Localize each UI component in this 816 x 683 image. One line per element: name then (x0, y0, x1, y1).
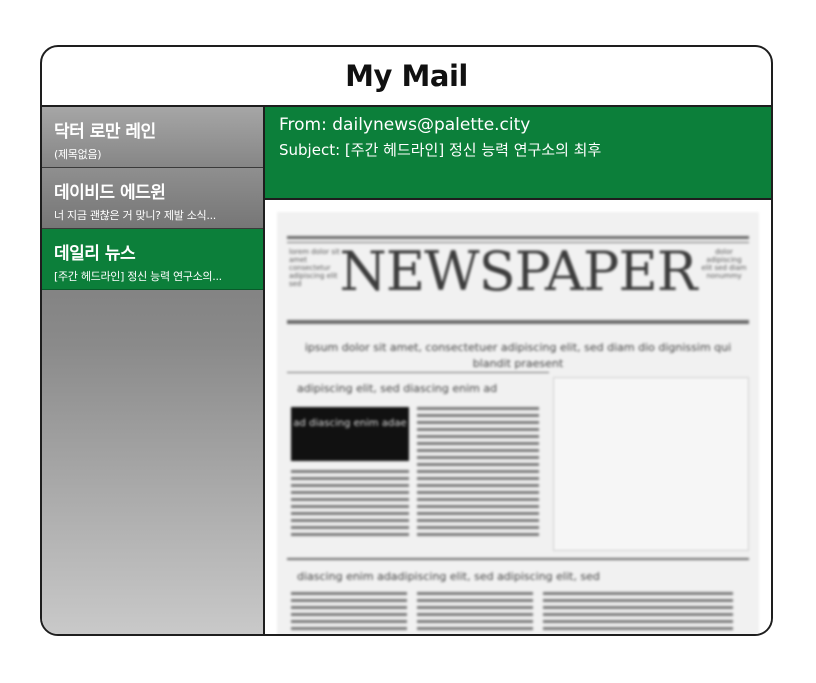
photo-caption-box: ad diascing enim adae (291, 407, 409, 461)
newspaper-image: lorem dolor sit amet consectetur adipisc… (277, 212, 759, 634)
divider (287, 558, 749, 560)
mail-list-item[interactable]: 닥터 로만 레인 (제목없음) (42, 107, 263, 168)
masthead-ear-right: dolor adipiscing elit sed diam nonummy (701, 248, 747, 280)
section-heading: adipiscing elit, sed diascing enim ad (297, 382, 498, 395)
message-header: From: dailynews@palette.city Subject: [주… (265, 107, 771, 200)
from-address[interactable]: dailynews@palette.city (332, 115, 530, 135)
subject-label: Subject: (279, 141, 341, 159)
mail-window: My Mail 닥터 로만 레인 (제목없음) 데이비드 에드윈 너 지금 괜찮… (40, 45, 773, 636)
masthead-ear-left: lorem dolor sit amet consectetur adipisc… (289, 248, 340, 288)
text-column (543, 592, 733, 634)
newspaper-tagline: ipsum dolor sit amet, consectetuer adipi… (304, 341, 732, 370)
mail-preview: (제목없음) (54, 148, 102, 161)
subject-text: [주간 헤드라인] 정신 능력 연구소의 최후 (344, 141, 602, 159)
newspaper-masthead: NEWSPAPER (339, 240, 698, 303)
mail-list-item[interactable]: 데이비드 에드윈 너 지금 괜찮은 거 맞니? 제발 소식... (42, 168, 263, 229)
subject-line: Subject: [주간 헤드라인] 정신 능력 연구소의 최후 (279, 139, 757, 160)
text-column (417, 592, 533, 634)
mail-sender: 데일리 뉴스 (54, 244, 136, 264)
text-column (417, 407, 539, 540)
window-title: My Mail (345, 59, 468, 93)
text-column (291, 470, 409, 540)
mail-list-sidebar: 닥터 로만 레인 (제목없음) 데이비드 에드윈 너 지금 괜찮은 거 맞니? … (42, 107, 265, 634)
text-column (291, 592, 407, 634)
divider (287, 372, 549, 373)
from-line: From: dailynews@palette.city (279, 115, 757, 135)
mail-sender: 데이비드 에드윈 (54, 183, 166, 203)
from-label: From: (279, 115, 327, 135)
section-heading: diascing enim adadipiscing elit, sed adi… (297, 570, 600, 583)
divider (287, 236, 749, 239)
mail-list-item-selected[interactable]: 데일리 뉴스 [주간 헤드라인] 정신 능력 연구소의... (42, 229, 263, 290)
title-bar: My Mail (42, 47, 771, 107)
message-body[interactable]: lorem dolor sit amet consectetur adipisc… (265, 200, 771, 634)
image-placeholder (553, 377, 749, 551)
mail-sender: 닥터 로만 레인 (54, 122, 156, 142)
mail-preview: 너 지금 괜찮은 거 맞니? 제발 소식... (54, 209, 216, 222)
divider (287, 320, 749, 324)
mail-preview: [주간 헤드라인] 정신 능력 연구소의... (54, 270, 222, 283)
